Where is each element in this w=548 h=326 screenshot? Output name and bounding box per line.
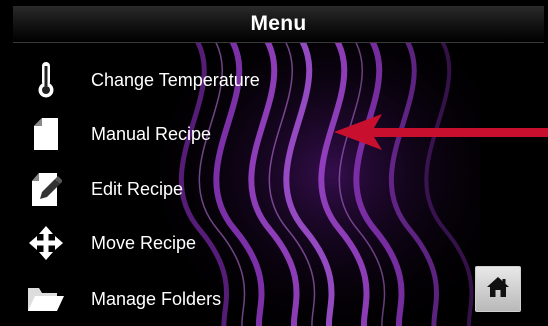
document-icon bbox=[26, 112, 66, 156]
page-title: Menu bbox=[250, 12, 307, 35]
pointer-arrow-icon bbox=[334, 114, 548, 150]
menu-item-label: Manage Folders bbox=[91, 288, 222, 309]
folder-icon bbox=[26, 277, 66, 321]
thermometer-icon bbox=[26, 58, 66, 102]
device-screen: Menu Change Temperature Manual Recipe Ed… bbox=[0, 0, 548, 326]
edit-pencil-icon bbox=[26, 167, 66, 211]
home-button[interactable] bbox=[475, 266, 521, 312]
menu-item-label: Change Temperature bbox=[91, 69, 260, 90]
menu-item-label: Edit Recipe bbox=[91, 178, 184, 199]
menu-item-label: Manual Recipe bbox=[91, 123, 212, 144]
menu-item-change-temperature[interactable]: Change Temperature bbox=[13, 55, 413, 105]
menu-item-manage-folders[interactable]: Manage Folders bbox=[13, 274, 413, 324]
menu-item-move-recipe[interactable]: Move Recipe bbox=[13, 218, 413, 268]
menu-item-label: Move Recipe bbox=[91, 232, 197, 253]
title-bar: Menu bbox=[13, 6, 544, 43]
home-icon bbox=[486, 276, 510, 303]
move-arrows-icon bbox=[26, 221, 66, 265]
menu-item-edit-recipe[interactable]: Edit Recipe bbox=[13, 164, 413, 214]
